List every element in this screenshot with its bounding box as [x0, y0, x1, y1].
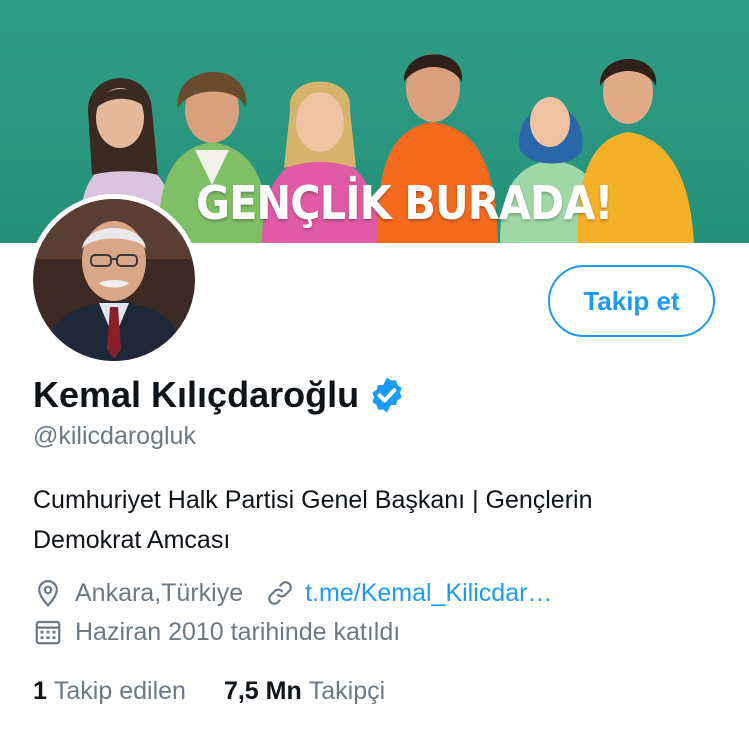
display-name: Kemal Kılıçdaroğlu	[33, 374, 360, 415]
profile-stats: 1 Takip edilen 7,5 Mn Takipçi	[33, 677, 385, 706]
profile-page: GENÇLİK BURADA! Takip et Kemal Kılıçdaro…	[0, 0, 749, 749]
follow-button[interactable]: Takip et	[548, 265, 715, 337]
avatar-photo	[33, 199, 195, 361]
profile-meta-joined-row: Haziran 2010 tarihinde katıldı	[33, 617, 400, 647]
banner-slogan: GENÇLİK BURADA!	[196, 176, 613, 230]
avatar[interactable]	[28, 194, 200, 366]
profile-website-link[interactable]: t.me/Kemal_Kilicdar…	[305, 579, 552, 608]
profile-name-row: Kemal Kılıçdaroğlu	[33, 374, 407, 416]
following-label: Takip edilen	[53, 677, 186, 705]
following-stat[interactable]: 1 Takip edilen	[33, 677, 186, 706]
profile-location: Ankara,Türkiye	[75, 578, 244, 607]
location-pin-icon	[38, 580, 58, 608]
verified-badge-icon	[372, 377, 402, 413]
calendar-icon	[35, 620, 61, 645]
profile-bio: Cumhuriyet Halk Partisi Genel Başkanı | …	[33, 486, 593, 554]
followers-label: Takipçi	[308, 677, 386, 705]
profile-handle: @kilicdarogluk	[33, 422, 196, 450]
profile-meta-location-row: Ankara,Türkiye t.me/Kemal_Kilicdar…	[33, 578, 552, 608]
followers-stat[interactable]: 7,5 Mn Takipçi	[224, 677, 385, 706]
following-count: 1	[33, 677, 47, 705]
link-icon	[268, 581, 292, 605]
followers-count: 7,5 Mn	[223, 677, 302, 705]
profile-joined-date: Haziran 2010 tarihinde katıldı	[75, 617, 401, 646]
